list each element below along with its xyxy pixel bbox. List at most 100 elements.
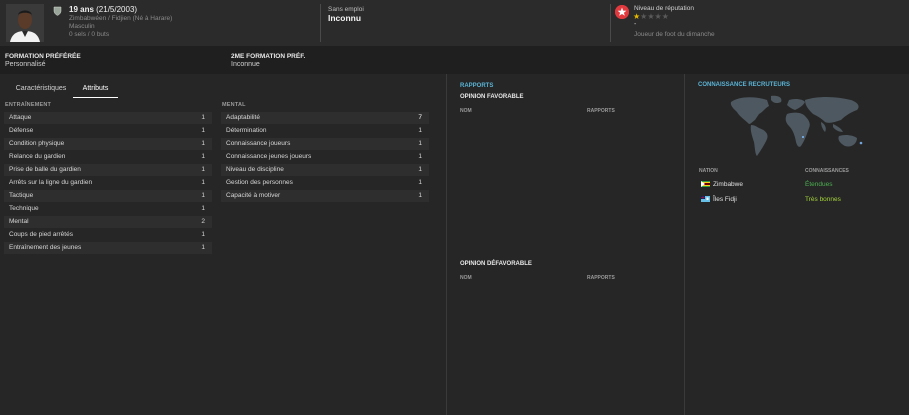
attribute-row[interactable]: Connaissance joueurs 1 xyxy=(221,138,429,150)
player-age: 19 ans xyxy=(69,5,94,14)
reputation-stars: ★★★★★ xyxy=(633,12,669,21)
attribute-value: 1 xyxy=(418,153,422,160)
recruiter-row[interactable]: Zimbabwe Étendues xyxy=(697,178,903,191)
attribute-name: Coups de pied arrêtés xyxy=(9,231,73,238)
preferred-formation-value: Personnalisé xyxy=(5,61,46,68)
attribute-value: 1 xyxy=(201,140,205,147)
attribute-name: Prise de balle du gardien xyxy=(9,166,81,173)
reputation-dash: - xyxy=(634,21,637,28)
attribute-name: Relance du gardien xyxy=(9,153,66,160)
mental-section-label: MENTAL xyxy=(222,102,246,108)
unfavorable-col-reports: RAPPORTS xyxy=(587,275,615,281)
reputation-level: Joueur de foot du dimanche xyxy=(634,31,715,38)
tab-characteristics[interactable]: Caractéristiques xyxy=(12,82,70,98)
world-map-icon xyxy=(730,95,863,156)
attribute-name: Tactique xyxy=(9,192,34,199)
attribute-name: Défense xyxy=(9,127,34,134)
attribute-value: 1 xyxy=(201,205,205,212)
header-divider xyxy=(320,4,321,42)
attribute-name: Connaissance jeunes joueurs xyxy=(226,153,312,160)
attribute-row[interactable]: Tactique 1 xyxy=(4,190,212,202)
attribute-row[interactable]: Arrêts sur la ligne du gardien 1 xyxy=(4,177,212,189)
attributes-panel: Caractéristiques Attributs ENTRAÎNEMENT … xyxy=(0,74,446,415)
attribute-row[interactable]: Défense 1 xyxy=(4,125,212,137)
nation-name: Zimbabwe xyxy=(713,181,743,188)
star-empty-icon: ★ xyxy=(654,12,662,21)
knowledge-col-header: CONNAISSANCES xyxy=(805,168,849,174)
attribute-name: Mental xyxy=(9,218,29,225)
attribute-row[interactable]: Relance du gardien 1 xyxy=(4,151,212,163)
attribute-row[interactable]: Prise de balle du gardien 1 xyxy=(4,164,212,176)
second-formation-label: 2ME FORMATION PRÉF. xyxy=(231,53,306,60)
attribute-row[interactable]: Capacité à motiver 1 xyxy=(221,190,429,202)
attribute-name: Adaptabilité xyxy=(226,114,260,121)
attribute-value: 1 xyxy=(418,140,422,147)
knowledge-level: Très bonnes xyxy=(805,196,841,203)
attribute-name: Capacité à motiver xyxy=(226,192,281,199)
player-birthdate: (21/5/2003) xyxy=(96,5,138,14)
attribute-name: Gestion des personnes xyxy=(226,179,293,186)
recruiter-knowledge-panel: CONNAISSANCE RECRUTEURS NATION CONNAISSA… xyxy=(684,74,909,415)
attribute-row[interactable]: Connaissance jeunes joueurs 1 xyxy=(221,151,429,163)
attribute-value: 1 xyxy=(418,127,422,134)
favorable-col-name: NOM xyxy=(460,108,472,114)
recruiter-knowledge-title: CONNAISSANCE RECRUTEURS xyxy=(698,82,791,88)
attribute-value: 1 xyxy=(201,179,205,186)
attribute-name: Arrêts sur la ligne du gardien xyxy=(9,179,93,186)
tab-attributes[interactable]: Attributs xyxy=(73,82,118,98)
attribute-value: 1 xyxy=(201,153,205,160)
attribute-row[interactable]: Détermination 1 xyxy=(221,125,429,137)
header-divider xyxy=(610,4,611,42)
zimbabwe-flag-icon xyxy=(701,181,710,187)
reports-title: RAPPORTS xyxy=(460,83,494,89)
reports-panel: RAPPORTS OPINION FAVORABLE NOM RAPPORTS … xyxy=(446,74,684,415)
player-stats: 0 sels / 0 buts xyxy=(69,31,110,38)
attribute-value: 7 xyxy=(418,114,422,121)
attribute-row[interactable]: Niveau de discipline 1 xyxy=(221,164,429,176)
attribute-name: Détermination xyxy=(226,127,267,134)
attribute-name: Niveau de discipline xyxy=(226,166,284,173)
player-age-line: 19 ans (21/5/2003) xyxy=(69,5,137,14)
player-header: 19 ans (21/5/2003) Zimbabwéen / Fidjien … xyxy=(0,0,909,46)
attribute-value: 2 xyxy=(201,218,205,225)
fiji-flag-icon xyxy=(701,196,710,202)
attribute-value: 1 xyxy=(418,166,422,173)
knowledge-level: Étendues xyxy=(805,181,833,188)
star-empty-icon: ★ xyxy=(661,12,669,21)
attribute-value: 1 xyxy=(201,192,205,199)
attribute-value: 1 xyxy=(201,231,205,238)
attribute-value: 1 xyxy=(418,192,422,199)
attribute-row[interactable]: Adaptabilité 7 xyxy=(221,112,429,124)
recruiter-row[interactable]: Îles Fidji Très bonnes xyxy=(697,193,903,206)
attribute-value: 1 xyxy=(201,127,205,134)
attribute-name: Entraînement des jeunes xyxy=(9,244,82,251)
club-caption: Sans emploi xyxy=(328,6,364,13)
favorable-opinion-title: OPINION FAVORABLE xyxy=(460,94,524,100)
favorable-col-reports: RAPPORTS xyxy=(587,108,615,114)
formation-bar: FORMATION PRÉFÉRÉE Personnalisé 2ME FORM… xyxy=(0,46,909,74)
attribute-row[interactable]: Entraînement des jeunes 1 xyxy=(4,242,212,254)
unfavorable-col-name: NOM xyxy=(460,275,472,281)
club-crest-icon xyxy=(53,6,62,16)
star-empty-icon: ★ xyxy=(647,12,655,21)
player-nationality: Zimbabwéen / Fidjien (Né à Harare) xyxy=(69,15,173,22)
attribute-row[interactable]: Coups de pied arrêtés 1 xyxy=(4,229,212,241)
attribute-row[interactable]: Mental 2 xyxy=(4,216,212,228)
attribute-row[interactable]: Gestion des personnes 1 xyxy=(221,177,429,189)
attribute-row[interactable]: Attaque 1 xyxy=(4,112,212,124)
training-section-label: ENTRAÎNEMENT xyxy=(5,102,52,108)
attribute-row[interactable]: Technique 1 xyxy=(4,203,212,215)
attribute-value: 1 xyxy=(201,114,205,121)
attribute-name: Connaissance joueurs xyxy=(226,140,291,147)
attribute-value: 1 xyxy=(418,179,422,186)
attribute-row[interactable]: Condition physique 1 xyxy=(4,138,212,150)
club-name[interactable]: Inconnu xyxy=(328,13,361,23)
nation-col-header: NATION xyxy=(699,168,718,174)
unfavorable-opinion-title: OPINION DÉFAVORABLE xyxy=(460,261,532,267)
reputation-badge-icon xyxy=(615,5,629,19)
attribute-value: 1 xyxy=(201,244,205,251)
attribute-value: 1 xyxy=(201,166,205,173)
preferred-formation-label: FORMATION PRÉFÉRÉE xyxy=(5,53,81,60)
player-avatar xyxy=(6,4,44,42)
reputation-caption: Niveau de réputation xyxy=(634,5,694,12)
